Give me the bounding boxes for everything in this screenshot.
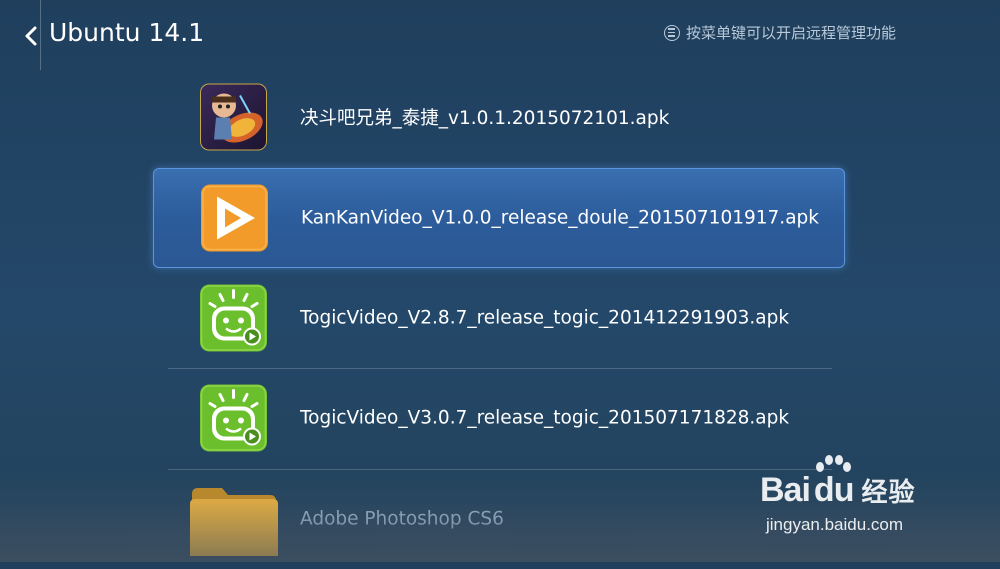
file-name: 决斗吧兄弟_泰捷_v1.0.1.2015072101.apk	[300, 108, 670, 129]
file-name: TogicVideo_V3.0.7_release_togic_20150717…	[300, 407, 790, 429]
folder-name: Adobe Photoshop CS6	[300, 508, 504, 530]
game-app-icon	[200, 83, 267, 151]
play-video-icon	[201, 184, 268, 252]
list-item[interactable]: TogicVideo_V2.8.7_release_togic_20141229…	[168, 268, 832, 368]
folder-icon	[188, 486, 278, 556]
list-item-selected[interactable]: KanKanVideo_V1.0.0_release_doule_2015071…	[153, 168, 845, 268]
list-item[interactable]: TogicVideo_V3.0.7_release_togic_20150717…	[168, 368, 832, 468]
list-item[interactable]: 决斗吧兄弟_泰捷_v1.0.1.2015072101.apk	[168, 67, 832, 167]
file-list: 决斗吧兄弟_泰捷_v1.0.1.2015072101.apk KanKanVid…	[0, 0, 1000, 562]
togic-video-icon	[200, 384, 267, 452]
list-item[interactable]: Adobe Photoshop CS6	[168, 469, 832, 569]
file-name: KanKanVideo_V1.0.0_release_doule_2015071…	[301, 207, 819, 229]
togic-video-icon	[200, 284, 267, 352]
file-name: TogicVideo_V2.8.7_release_togic_20141229…	[300, 307, 790, 329]
